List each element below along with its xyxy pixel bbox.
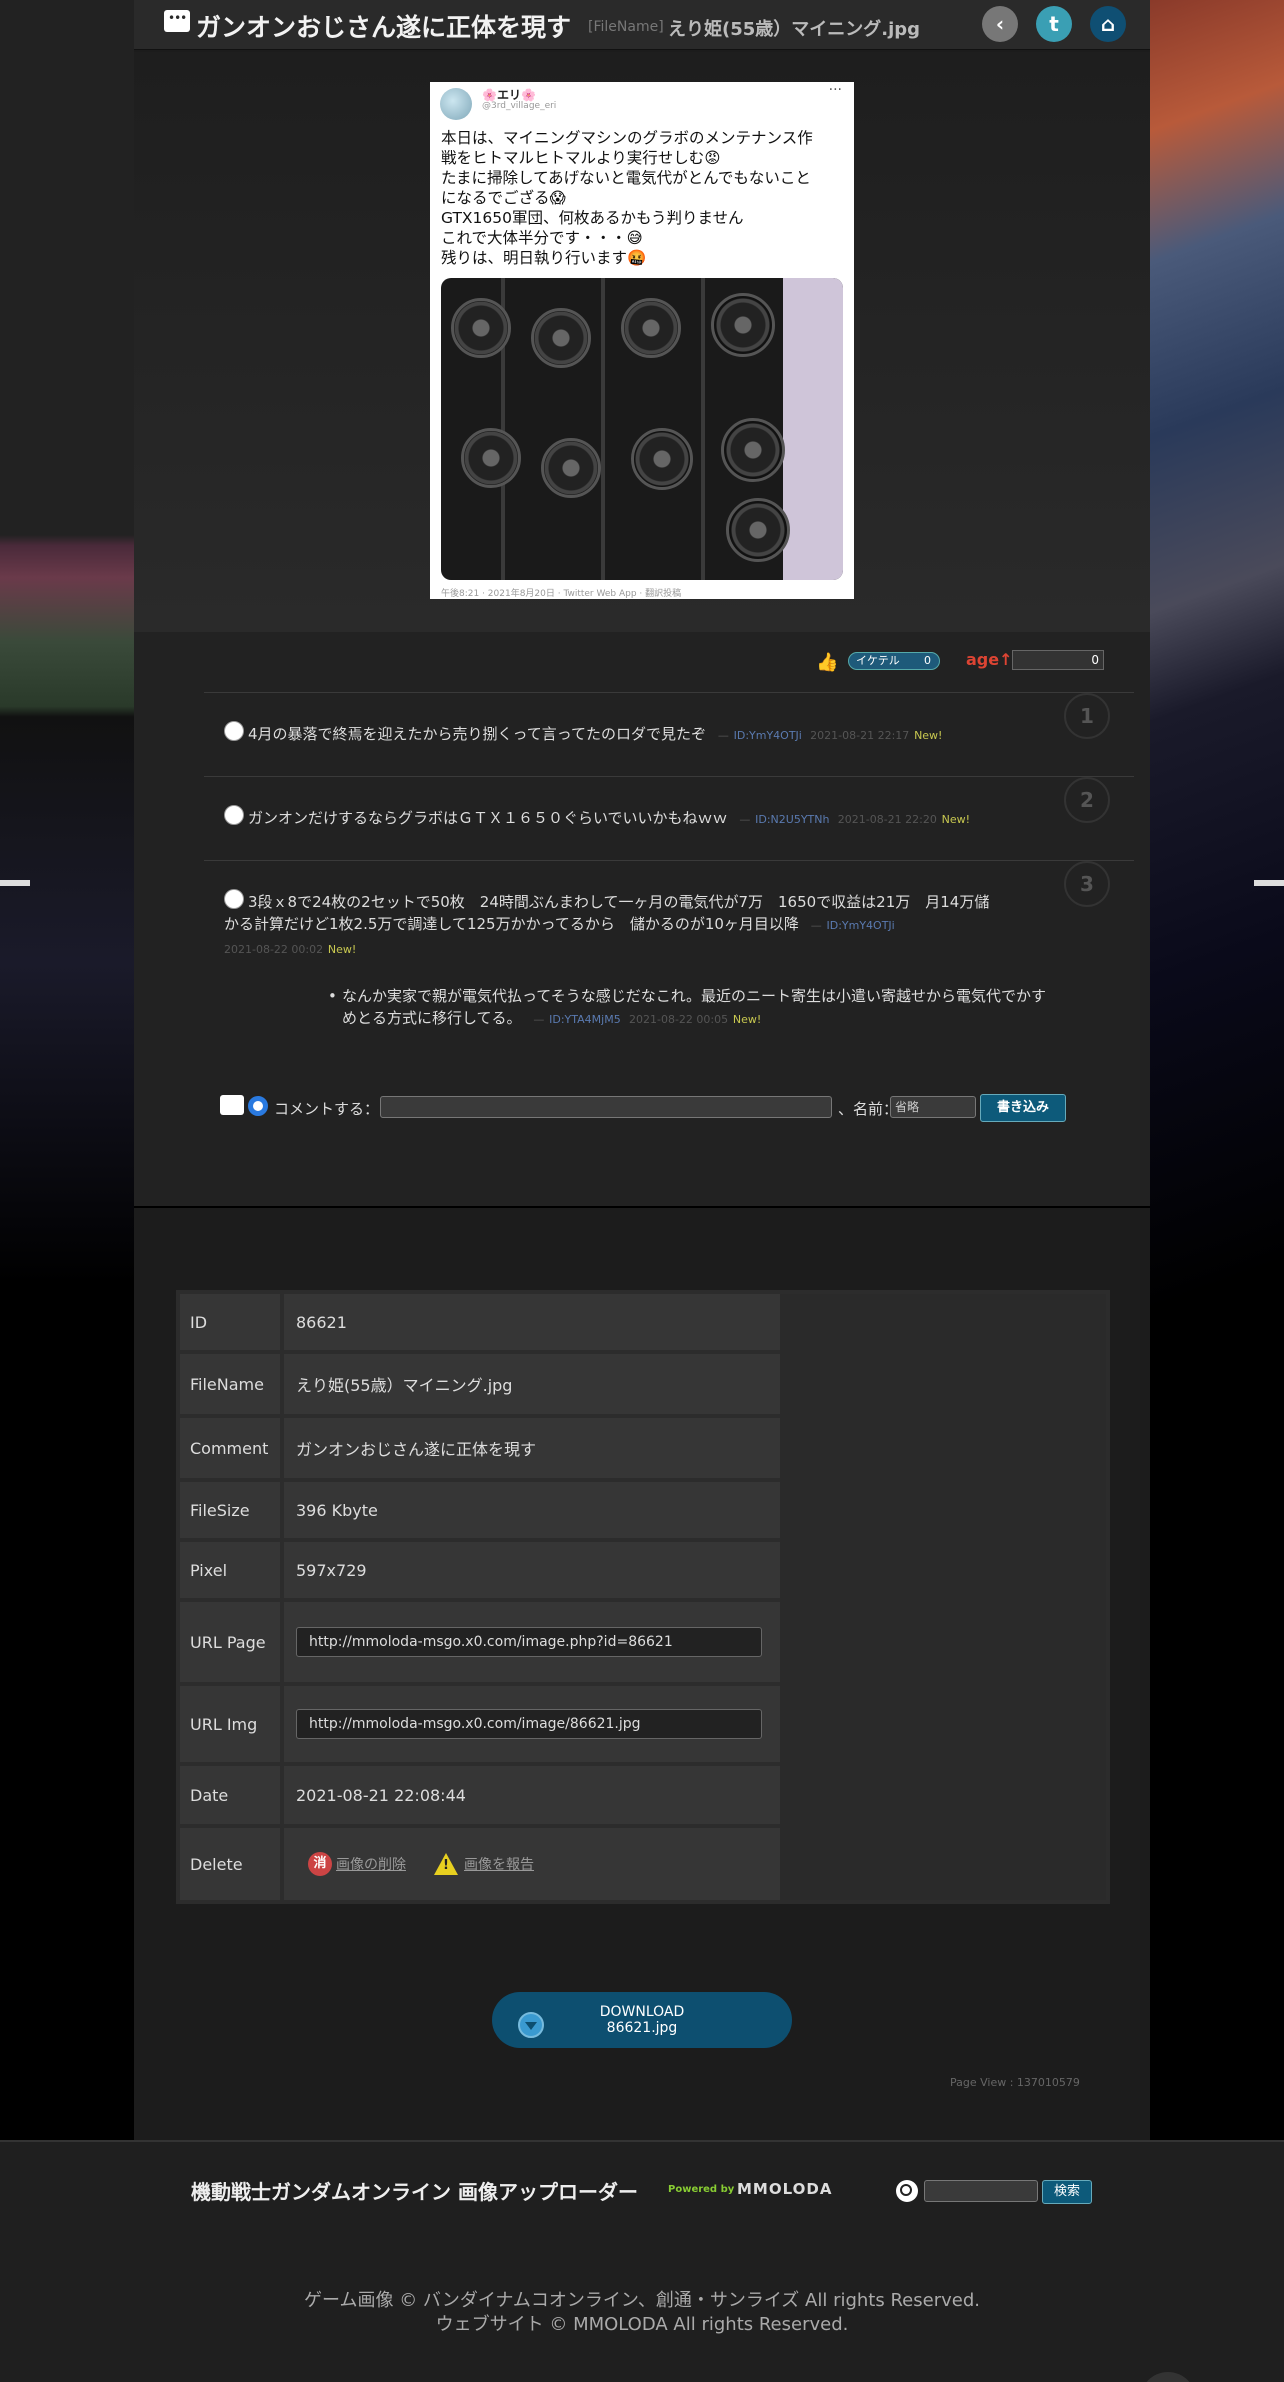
search-icon [896,2180,918,2202]
reply-id[interactable]: ID:YTA4MjM5 [549,1013,621,1026]
name-input[interactable]: 省略 [890,1096,976,1118]
info-row-filename: FileName えり姫(55歳）マイニング.jpg [176,1354,780,1414]
site-name[interactable]: 機動戦士ガンダムオンライン 画像アップローダー [191,2176,638,2205]
response-date: 2021-08-21 22:17 [810,729,910,742]
warning-icon [434,1853,458,1875]
page-header: ガンオンおじさん遂に正体を現す [FileName] えり姫(55歳）マイニング… [134,0,1150,50]
mmoloda-logo[interactable]: MMOLODA [737,2180,832,2198]
filename-label: [FileName] [588,19,664,35]
new-badge: New! [732,1013,762,1026]
info-row-url-page: URL Page http://mmoloda-msgo.x0.com/imag… [176,1602,780,1682]
reply-text: なんか実家で親が電気代払ってそうな感じだなこれ。最近のニート寄生は小遣い寄越せか… [328,985,1072,1031]
response-text: 3段ｘ8で24枚の2セットで50枚 24時間ぶんまわして一ヶ月の電気代が7万 1… [224,893,990,956]
ikete-button[interactable]: イケテル 0 [848,652,940,670]
url-page-field[interactable]: http://mmoloda-msgo.x0.com/image.php?id=… [296,1627,762,1657]
response-text: 4月の暴落で終焉を迎えたから売り捌くって言ってたのロダで見たぞ — ID:YmY… [248,725,943,743]
info-row-url-img: URL Img http://mmoloda-msgo.x0.com/image… [176,1686,780,1762]
scroll-to-top-button[interactable] [1140,2372,1196,2382]
avatar [440,88,472,120]
site-footer: 機動戦士ガンダムオンライン 画像アップローダー Powered by MMOLO… [0,2140,1284,2382]
right-background-art [1150,0,1284,2140]
info-row-pixel: Pixel 597x729 [176,1542,780,1598]
report-image-link[interactable]: 画像を報告 [464,1854,534,1874]
info-row-filesize: FileSize 396 Kbyte [176,1482,780,1538]
response-date: 2021-08-22 00:02 [224,943,324,956]
response-2: 2 ガンオンだけするならグラボはＧＴＸ１６５０ぐらいでいいかもねｗｗ — ID:… [204,776,1134,860]
comment-radio[interactable] [248,1096,268,1116]
comment-icon [164,10,190,32]
comments-section: 👍 イケテル 0 age↑ 0 1 4月の暴落で終焉を迎えたから売り捌くって言って… [134,632,1150,1207]
download-button[interactable]: DOWNLOAD 86621.jpg [492,1992,792,2048]
more-icon: ··· [828,82,842,98]
age-counter: 0 [1012,650,1104,670]
tweet-text: 本日は、マイニングマシンのグラボのメンテナンス作 戦をヒトマルヒトマルより実行せ… [441,129,813,267]
copyright-game: ゲーム画像 © バンダイナムコオンライン、創通・サンライズ All rights… [304,2290,980,2311]
tweet-photo [441,278,843,580]
response-id[interactable]: ID:N2U5YTNh [755,813,829,826]
image-info-table: ID 86621 FileName えり姫(55歳）マイニング.jpg Comm… [176,1290,1110,1904]
uploaded-image[interactable]: 🌸エリ🌸 @3rd_village_eri ··· 本日は、マイニングマシンのグ… [430,82,854,599]
response-text: ガンオンだけするならグラボはＧＴＸ１６５０ぐらいでいいかもねｗｗ — ID:N2… [248,809,971,827]
page-title: ガンオンおじさん遂に正体を現す [196,13,572,42]
name-label: 、名前： [838,1100,899,1118]
image-viewer: 🌸エリ🌸 @3rd_village_eri ··· 本日は、マイニングマシンのグ… [134,52,1150,632]
new-badge: New! [327,943,357,956]
response-1: 1 4月の暴落で終焉を迎えたから売り捌くって言ってたのロダで見たぞ — ID:Y… [204,692,1134,776]
info-row-comment: Comment ガンオンおじさん遂に正体を現す [176,1418,780,1478]
comment-input[interactable] [380,1096,832,1118]
section-divider [134,1206,1150,1208]
response-3: 3 3段ｘ8で24枚の2セットで50枚 24時間ぶんまわして一ヶ月の電気代が7万… [204,860,1134,1060]
response-number: 3 [1064,861,1110,907]
tweet-footer: 午後8:21 · 2021年8月20日 · Twitter Web App · … [441,589,682,599]
back-arrow-icon[interactable]: ‹ [982,6,1018,42]
age-label[interactable]: age↑ [966,650,1013,669]
info-row-date: Date 2021-08-21 22:08:44 [176,1766,780,1824]
url-img-field[interactable]: http://mmoloda-msgo.x0.com/image/86621.j… [296,1709,762,1739]
response-id[interactable]: ID:YmY4OTJi [734,729,802,742]
left-background-art [0,0,134,2140]
search-button[interactable]: 検索 [1042,2180,1092,2204]
powered-by-label: Powered by [668,2184,735,2195]
page-view-counter: Page View : 137010579 [950,2076,1080,2089]
comment-icon [220,1095,244,1115]
new-badge: New! [941,813,971,826]
info-side-panel [780,1294,1106,1900]
response-radio[interactable] [224,805,244,825]
thumbs-up-icon: 👍 [816,652,839,673]
filename-value: えり姫(55歳）マイニング.jpg [668,19,921,40]
submit-button[interactable]: 書き込み [980,1094,1066,1122]
comment-label: コメントする： [274,1100,380,1118]
twitter-icon[interactable]: t [1036,6,1072,42]
comment-form: コメントする： 、名前： 省略 書き込み [220,1092,1120,1132]
copyright-site: ウェブサイト © MMOLODA All rights Reserved. [435,2314,849,2335]
response-id[interactable]: ID:YmY4OTJi [826,919,894,932]
search-input[interactable] [924,2180,1038,2202]
home-icon[interactable]: ⌂ [1090,6,1126,42]
response-radio[interactable] [224,721,244,741]
delete-image-link[interactable]: 画像の削除 [336,1854,406,1874]
delete-icon: 消 [308,1852,332,1876]
main-column: ガンオンおじさん遂に正体を現す [FileName] えり姫(55歳）マイニング… [134,0,1150,2140]
info-row-delete: Delete 消 画像の削除 画像を報告 [176,1828,780,1900]
response-date: 2021-08-21 22:20 [837,813,937,826]
new-badge: New! [914,729,943,742]
tweet-handle: @3rd_village_eri [482,101,557,111]
info-row-id: ID 86621 [176,1294,780,1350]
reply-date: 2021-08-22 00:05 [628,1013,729,1026]
